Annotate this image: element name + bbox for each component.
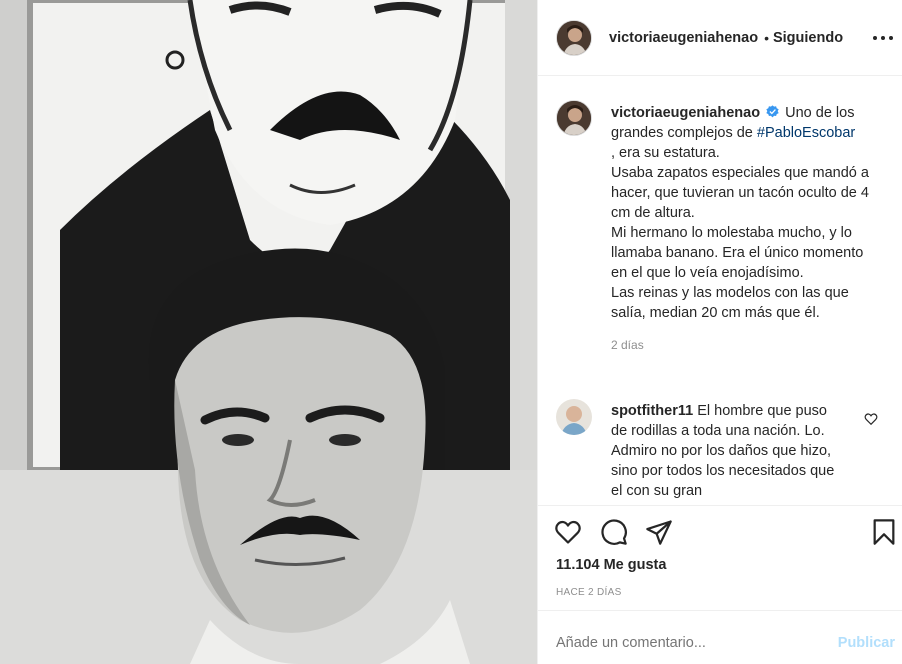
post-details-panel: victoriaeugeniahenao • Siguiendo victori… (537, 0, 902, 664)
post-actions: 11.104 Me gusta HACE 2 DÍAS (538, 505, 902, 610)
caption-line: , era su estatura. (611, 145, 720, 161)
add-comment-bar: Publicar (538, 610, 902, 664)
comment-icon[interactable] (600, 518, 628, 546)
more-dot (889, 36, 893, 40)
post-header: victoriaeugeniahenao • Siguiendo (538, 0, 902, 76)
bookmark-icon[interactable] (870, 518, 898, 546)
comment-input[interactable] (556, 635, 816, 651)
caption-author-avatar[interactable] (556, 100, 592, 136)
post-date[interactable]: HACE 2 DÍAS (556, 587, 622, 598)
comment-item: spotfither11 El hombre que puso de rodil… (556, 399, 896, 501)
caption-timestamp[interactable]: 2 días (611, 335, 881, 355)
author-username[interactable]: victoriaeugeniahenao (609, 30, 758, 46)
more-dot (873, 36, 877, 40)
comments-scroll-area[interactable]: victoriaeugeniahenao Uno de los grandes … (538, 77, 902, 505)
post-image[interactable] (0, 0, 537, 664)
hashtag-link[interactable]: #PabloEscobar (757, 125, 855, 141)
commenter-avatar[interactable] (556, 399, 592, 435)
commenter-username[interactable]: spotfither11 (611, 403, 693, 419)
comment-body: spotfither11 El hombre que puso de rodil… (611, 401, 846, 501)
caption-line: Mi hermano lo molestaba mucho, y lo llam… (611, 225, 864, 281)
header-separator: • (764, 29, 769, 46)
heart-icon[interactable] (554, 518, 582, 546)
caption-username[interactable]: victoriaeugeniahenao (611, 105, 760, 121)
paper-plane-icon[interactable] (645, 518, 673, 546)
following-button[interactable]: Siguiendo (773, 30, 843, 46)
post-caption: victoriaeugeniahenao Uno de los grandes … (556, 100, 896, 355)
caption-line: Las reinas y las modelos con las que sal… (611, 285, 849, 321)
author-avatar[interactable] (556, 19, 592, 56)
caption-body: victoriaeugeniahenao Uno de los grandes … (611, 103, 881, 355)
post-photo (0, 0, 537, 664)
verified-badge-icon (766, 105, 779, 118)
comment-like-heart-icon[interactable] (864, 412, 878, 426)
caption-line: Usaba zapatos especiales que mandó a hac… (611, 165, 869, 221)
more-dot (881, 36, 885, 40)
likes-count[interactable]: 11.104 Me gusta (556, 557, 666, 573)
more-options-icon[interactable] (873, 28, 893, 48)
publish-button[interactable]: Publicar (838, 635, 895, 651)
